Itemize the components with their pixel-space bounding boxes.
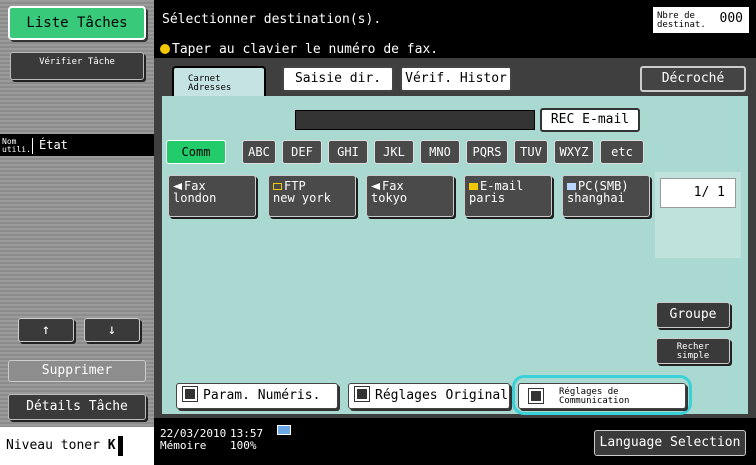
toner-bar-icon [117,435,123,456]
index-tab-wxyz[interactable]: WXYZ [554,140,594,164]
destination-name: tokyo [371,191,408,205]
original-settings-label: Réglages Original [375,388,509,403]
destination-count-value: 000 [719,11,743,26]
destination-name: paris [469,191,506,205]
communication-settings-button[interactable]: Réglages de Communication [518,383,686,409]
tab-direct-input[interactable]: Saisie dir. [282,66,394,92]
toner-level: Niveau toner K [0,427,154,465]
up-arrow-icon: ↑ [41,322,51,338]
rec-email-button[interactable]: REC E-mail [540,108,640,132]
destination-shanghai[interactable]: PC(SMB) shanghai [562,175,650,217]
index-tab-pqrs[interactable]: PQRS [466,140,508,164]
scan-settings-icon [182,386,198,402]
original-settings-icon [354,386,370,402]
network-icon [277,425,291,435]
simple-search-label: Recher simple [676,342,710,361]
fax-destination-screen: Liste Tâches Vérifier Tâche Nom utili. Ét… [0,0,756,465]
scroll-down-button[interactable]: ↓ [84,318,140,342]
index-tab-mno[interactable]: MNO [420,140,460,164]
down-arrow-icon: ↓ [107,322,117,338]
destination-count-label: Nbre de destinat. [657,11,706,30]
hint-message: Taper au clavier le numéro de fax. [160,42,438,57]
search-input[interactable] [295,110,535,130]
col-state-label: État [39,138,68,152]
tab-address-book[interactable]: Carnet Adresses [172,66,266,98]
pc-icon [567,183,576,190]
group-button[interactable]: Groupe [656,302,730,328]
destination-count: Nbre de destinat. 000 [652,6,750,34]
datetime-status: 22/03/2010 Mémoire 13:57 100% [160,428,263,452]
index-tab-def[interactable]: DEF [282,140,322,164]
original-settings-button[interactable]: Réglages Original [348,383,510,409]
destination-name: shanghai [567,191,625,205]
job-details-button[interactable]: Détails Tâche [8,394,146,420]
memory-label: Mémoire [160,439,207,452]
page-title: Sélectionner destination(s). [162,12,382,27]
toner-label: Niveau toner [6,438,100,453]
index-tab-ghi[interactable]: GHI [328,140,368,164]
col-user-label: Nom utili. [2,136,31,154]
memory-value: 100% [230,439,257,452]
tab-history[interactable]: Vérif. Histor [400,66,512,92]
off-hook-button[interactable]: Décroché [640,66,746,92]
index-tab-jkl[interactable]: JKL [374,140,414,164]
index-tab-tuv[interactable]: TUV [514,140,548,164]
verify-job-button[interactable]: Vérifier Tâche [10,52,144,80]
destination-paris[interactable]: E-mail paris [464,175,552,217]
job-list-header: Nom utili. État [0,134,154,156]
destination-name: london [173,191,217,205]
destination-new-york[interactable]: FTP new york [268,175,356,217]
page-indicator: 1/ 1 [660,178,736,208]
index-tab-comm[interactable]: Comm [166,140,226,164]
bulb-icon [160,44,170,54]
delete-button[interactable]: Supprimer [8,360,146,382]
scan-settings-label: Param. Numéris. [203,388,321,403]
ftp-icon [273,183,282,190]
fax-icon [371,183,380,190]
communication-settings-icon [528,388,544,404]
scan-settings-button[interactable]: Param. Numéris. [176,383,338,409]
scroll-up-button[interactable]: ↑ [18,318,74,342]
col-separator [32,137,33,154]
toner-color: K [107,438,116,453]
destination-name: new york [273,191,331,205]
destination-london[interactable]: Fax london [168,175,256,217]
communication-settings-label: Réglages de Communication [559,387,630,406]
hint-text: Taper au clavier le numéro de fax. [172,42,439,57]
mail-icon [469,183,478,190]
left-stripes-bottom [0,156,154,427]
fax-icon [173,183,182,190]
index-tab-etc[interactable]: etc [600,140,644,164]
job-list-button[interactable]: Liste Tâches [8,6,146,40]
simple-search-button[interactable]: Recher simple [656,338,730,364]
language-selection-button[interactable]: Language Selection [594,430,746,456]
index-tab-abc[interactable]: ABC [242,140,276,164]
destination-tokyo[interactable]: Fax tokyo [366,175,454,217]
